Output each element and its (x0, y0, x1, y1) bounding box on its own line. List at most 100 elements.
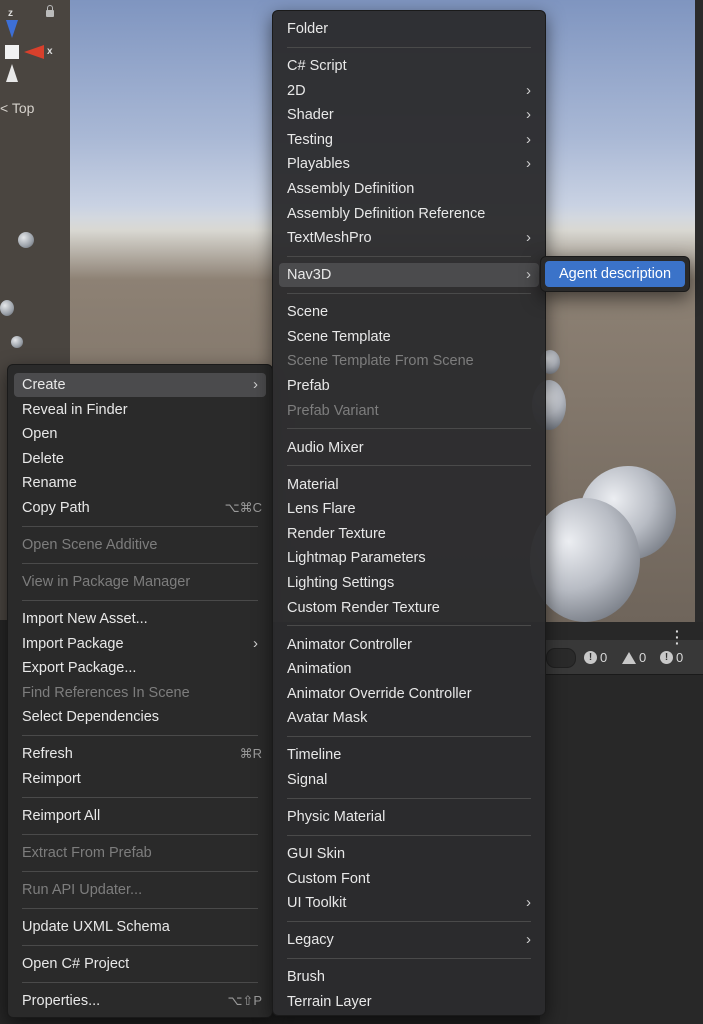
lock-icon[interactable] (46, 5, 54, 17)
gizmo-z-axis-icon[interactable] (6, 20, 18, 38)
console-search-input[interactable] (546, 648, 576, 668)
menu-item-label: Open C# Project (22, 956, 130, 972)
menu-item-2d[interactable]: 2D › (279, 79, 539, 103)
menu-separator (22, 944, 258, 946)
menu-item-label: GUI Skin (287, 846, 346, 862)
menu-item-label: Refresh (22, 746, 73, 763)
menu-item-brush[interactable]: Brush (279, 965, 539, 989)
menu-item-agent-description[interactable]: Agent description (545, 261, 685, 287)
menu-item-assembly-definition[interactable]: Assembly Definition (279, 177, 539, 201)
menu-item-label: Scene Template (287, 328, 391, 345)
menu-item-refresh[interactable]: Refresh ⌘R (14, 742, 266, 766)
chevron-right-icon: › (253, 634, 258, 652)
menu-item-scene[interactable]: Scene (279, 300, 539, 324)
menu-item-textmeshpro[interactable]: TextMeshPro › (279, 226, 539, 250)
menu-item-import-package[interactable]: Import Package › (14, 632, 266, 656)
menu-item-c-script[interactable]: C# Script (279, 54, 539, 78)
menu-item-copy-path[interactable]: Copy Path ⌥⌘C (14, 496, 266, 520)
menu-item-animation[interactable]: Animation (279, 657, 539, 681)
menu-item-label: Rename (22, 475, 77, 492)
menu-separator (287, 834, 531, 836)
menu-item-label: Run API Updater... (22, 882, 143, 898)
more-options-icon[interactable]: · · · (675, 624, 680, 650)
menu-item-label: TextMeshPro (287, 230, 372, 247)
chevron-right-icon: › (526, 894, 531, 912)
menu-item-label: C# Script (287, 58, 347, 74)
menu-item-scene-template-from-scene: Scene Template From Scene (279, 349, 539, 373)
menu-item-label: Signal (287, 772, 328, 788)
menu-item-signal[interactable]: Signal (279, 768, 539, 792)
menu-item-label: Find References In Scene (22, 684, 190, 701)
menu-item-legacy[interactable]: Legacy › (279, 928, 539, 952)
menu-item-animator-override-controller[interactable]: Animator Override Controller (279, 682, 539, 706)
menu-item-lighting-settings[interactable]: Lighting Settings (279, 571, 539, 595)
menu-item-label: Reimport (22, 771, 81, 787)
menu-item-gui-skin[interactable]: GUI Skin (279, 842, 539, 866)
menu-item-avatar-mask[interactable]: Avatar Mask (279, 706, 539, 730)
gizmo-center-cube-icon[interactable] (5, 45, 19, 59)
menu-item-label: Export Package... (22, 660, 137, 677)
menu-item-nav3d[interactable]: Nav3D › (279, 263, 539, 288)
menu-item-custom-render-texture[interactable]: Custom Render Texture (279, 596, 539, 620)
console-warning-counter[interactable]: 0 (622, 650, 646, 665)
menu-item-render-texture[interactable]: Render Texture (279, 522, 539, 546)
menu-separator (22, 833, 258, 835)
menu-item-playables[interactable]: Playables › (279, 152, 539, 176)
menu-item-label: Prefab (287, 378, 330, 394)
menu-item-label: Material (287, 476, 339, 493)
menu-item-animator-controller[interactable]: Animator Controller (279, 633, 539, 657)
menu-separator (22, 735, 258, 737)
menu-item-delete[interactable]: Delete (14, 447, 266, 471)
rock-object (530, 498, 640, 622)
menu-item-timeline[interactable]: Timeline (279, 743, 539, 767)
menu-separator (287, 46, 531, 48)
menu-item-label: Nav3D (287, 267, 332, 284)
gizmo-y-axis-icon[interactable] (6, 64, 18, 82)
menu-item-label: Testing (287, 131, 333, 148)
menu-item-rename[interactable]: Rename (14, 471, 266, 495)
console-message-counter[interactable]: ! 0 (660, 650, 683, 665)
menu-item-testing[interactable]: Testing › (279, 128, 539, 152)
error-count: 0 (600, 650, 608, 665)
menu-item-reimport[interactable]: Reimport (14, 767, 266, 791)
menu-item-label: Prefab Variant (287, 402, 379, 419)
chevron-right-icon: › (526, 266, 531, 284)
menu-item-prefab[interactable]: Prefab (279, 374, 539, 398)
menu-item-physic-material[interactable]: Physic Material (279, 805, 539, 829)
menu-item-reimport-all[interactable]: Reimport All (14, 804, 266, 828)
menu-item-audio-mixer[interactable]: Audio Mixer (279, 436, 539, 460)
menu-item-material[interactable]: Material (279, 473, 539, 497)
menu-item-open[interactable]: Open (14, 422, 266, 446)
menu-item-shader[interactable]: Shader › (279, 103, 539, 127)
menu-item-label: Avatar Mask (287, 710, 368, 727)
menu-separator (287, 293, 531, 294)
menu-item-label: Render Texture (287, 525, 386, 542)
menu-item-create[interactable]: Create › (14, 373, 266, 397)
menu-item-terrain-layer[interactable]: Terrain Layer (279, 990, 539, 1014)
menu-item-assembly-definition-reference[interactable]: Assembly Definition Reference (279, 202, 539, 226)
menu-item-properties[interactable]: Properties... ⌥⇧P (14, 989, 266, 1013)
menu-item-open-c-project[interactable]: Open C# Project (14, 952, 266, 976)
menu-item-reveal-in-finder[interactable]: Reveal in Finder (14, 398, 266, 422)
menu-item-ui-toolkit[interactable]: UI Toolkit › (279, 891, 539, 915)
menu-item-label: Reimport All (22, 808, 101, 824)
menu-separator (287, 921, 531, 922)
menu-separator (287, 465, 531, 467)
menu-item-label: Animator Override Controller (287, 685, 472, 702)
view-orientation-text: Top (11, 100, 35, 116)
menu-item-lens-flare[interactable]: Lens Flare (279, 497, 539, 521)
message-count: 0 (676, 650, 684, 665)
menu-item-lightmap-parameters[interactable]: Lightmap Parameters (279, 546, 539, 570)
menu-item-select-dependencies[interactable]: Select Dependencies (14, 705, 266, 729)
menu-item-scene-template[interactable]: Scene Template (279, 325, 539, 349)
menu-item-update-uxml-schema[interactable]: Update UXML Schema (14, 915, 266, 939)
menu-item-label: Folder (287, 21, 329, 37)
menu-item-custom-font[interactable]: Custom Font (279, 867, 539, 891)
warning-icon (622, 651, 636, 664)
menu-item-import-new-asset[interactable]: Import New Asset... (14, 607, 266, 631)
menu-item-export-package[interactable]: Export Package... (14, 656, 266, 680)
gizmo-x-axis-icon[interactable] (24, 45, 44, 59)
menu-separator (287, 797, 531, 799)
menu-item-folder[interactable]: Folder (279, 17, 539, 41)
console-error-counter[interactable]: ! 0 (584, 650, 607, 665)
